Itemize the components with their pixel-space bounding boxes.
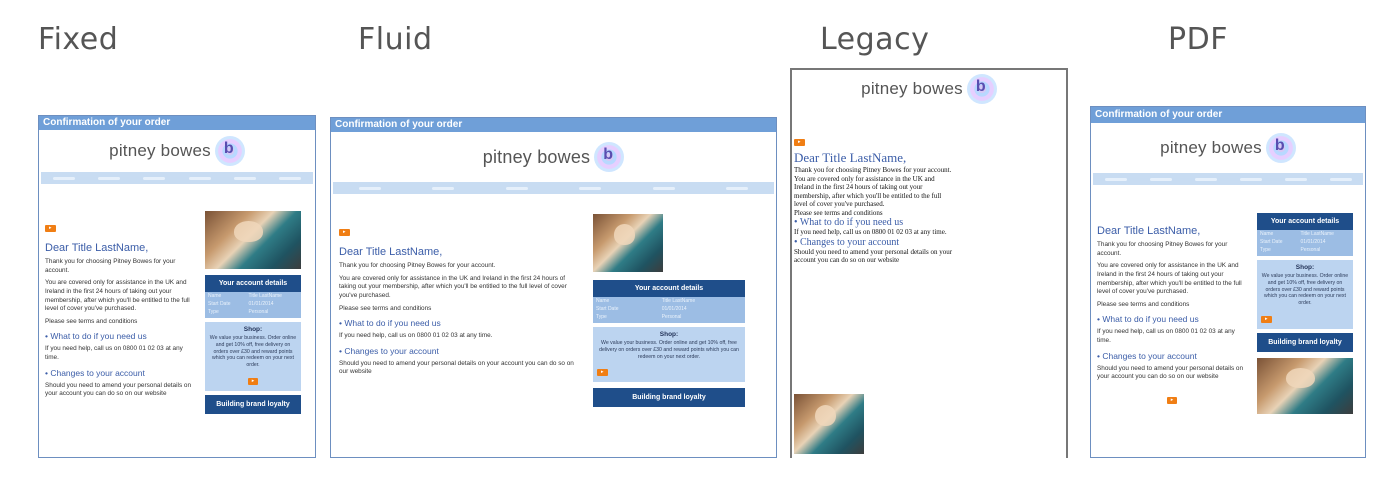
pdf-email-preview: Confirmation of your order pitney bowes … [1090, 106, 1366, 458]
changes-text: Should you need to amend your personal d… [1097, 364, 1244, 381]
brand-loyalty-box: Building brand loyalty [593, 388, 745, 408]
shop-box: Shop: We value your business. Order onli… [1257, 260, 1353, 329]
terms-text: Please see terms and conditions [339, 304, 432, 312]
account-details-box: Your account details Name Title LastName … [205, 275, 301, 318]
cover-text: You are covered only for assistance in t… [794, 174, 942, 209]
brand-loyalty-box: Building brand loyalty [1257, 332, 1353, 352]
account-details-title: Your account details [205, 275, 301, 292]
view-online-button[interactable] [45, 225, 56, 232]
thanks-text: Thank you for choosing Pitney Bowes for … [1097, 241, 1228, 257]
changes-heading: Changes to your account [1097, 351, 1247, 361]
email-header-bar: Confirmation of your order [331, 118, 776, 132]
changes-text: Should you need to amend your personal d… [794, 247, 953, 265]
hero-photo [794, 394, 864, 454]
view-online-button[interactable] [1166, 397, 1178, 405]
brand-name: pitney bowes [482, 146, 591, 167]
shop-box: Shop: We value your business. Order onli… [205, 322, 301, 391]
nav-bar[interactable] [1093, 173, 1363, 185]
shop-box: Shop: We value your business. Order onli… [593, 327, 745, 383]
help-heading: What to do if you need us [45, 331, 195, 341]
thanks-text: Thank you for choosing Pitney Bowes for … [339, 262, 496, 269]
changes-heading: Changes to your account [339, 346, 579, 356]
greeting: Dear Title LastName, [339, 246, 443, 258]
thanks-text: Thank you for choosing Pitney Bowes for … [794, 166, 952, 174]
help-heading: • What to do if you need us [794, 217, 904, 229]
help-text: If you need help, call us on 0800 01 02 … [794, 228, 947, 237]
terms-text: Please see terms and conditions [1097, 300, 1190, 308]
thanks-text: Thank you for choosing Pitney Bowes for … [45, 258, 176, 274]
brand-name: pitney bowes [1160, 138, 1262, 157]
hero-photo [1257, 357, 1353, 414]
changes-text: Should you need to amend your personal d… [45, 381, 192, 398]
account-details-title: Your account details [1257, 213, 1353, 230]
brand-logo: pitney bowes [792, 70, 1066, 108]
greeting: Dear Title LastName, [45, 242, 149, 254]
help-text: If you need help, call us on 0800 01 02 … [1097, 328, 1235, 345]
hero-photo [205, 211, 301, 269]
changes-heading: • Changes to your account [794, 236, 900, 248]
help-heading: What to do if you need us [339, 318, 579, 328]
brand-loyalty-box: Building brand loyalty [205, 394, 301, 414]
pitney-bowes-logo-icon [214, 136, 245, 166]
shop-now-button[interactable] [247, 377, 259, 385]
pitney-bowes-logo-icon [1265, 133, 1296, 163]
shop-now-button[interactable] [597, 369, 608, 377]
cover-text: You are covered only for assistance in t… [339, 274, 567, 299]
view-online-button[interactable] [339, 229, 350, 236]
title-fixed: Fixed [38, 22, 119, 57]
account-details-title: Your account details [593, 280, 745, 297]
legacy-email-preview: pitney bowes Dear Title LastName, Thank … [790, 68, 1068, 458]
brand-logo: pitney bowes [39, 130, 315, 172]
shop-now-button[interactable] [1261, 315, 1272, 323]
fixed-email-preview: Confirmation of your order pitney bowes … [38, 115, 316, 458]
fluid-email-preview: Confirmation of your order pitney bowes … [330, 117, 777, 458]
brand-logo: pitney bowes [1091, 123, 1365, 173]
changes-heading: Changes to your account [45, 368, 195, 378]
title-legacy: Legacy [820, 22, 930, 57]
greeting: Dear Title LastName, [1097, 225, 1201, 237]
terms-text: Please see terms and conditions [45, 317, 138, 325]
cover-text: You are covered only for assistance in t… [1097, 262, 1242, 296]
title-fluid: Fluid [358, 22, 433, 57]
email-header-bar: Confirmation of your order [1091, 107, 1365, 123]
help-text: If you need help, call us on 0800 01 02 … [45, 345, 183, 362]
cover-text: You are covered only for assistance in t… [45, 279, 190, 313]
nav-bar[interactable] [333, 182, 774, 194]
terms-text: Please see terms and conditions [794, 208, 883, 217]
account-details-box: Your account details Name Title LastName … [593, 280, 745, 323]
greeting: Dear Title LastName, [794, 150, 907, 165]
brand-name: pitney bowes [109, 141, 211, 160]
help-heading: What to do if you need us [1097, 314, 1247, 324]
brand-name: pitney bowes [861, 79, 963, 98]
nav-bar[interactable] [41, 172, 313, 184]
brand-logo: pitney bowes [331, 132, 776, 182]
pitney-bowes-logo-icon [966, 74, 997, 104]
changes-text: Should you need to amend your personal d… [339, 359, 574, 376]
view-online-button[interactable] [794, 139, 805, 146]
help-text: If you need help, call us on 0800 01 02 … [339, 332, 493, 340]
account-details-box: Your account details Name Title LastName … [1257, 213, 1353, 256]
hero-photo [593, 214, 663, 272]
email-header-bar: Confirmation of your order [39, 116, 315, 130]
title-pdf: PDF [1168, 22, 1228, 57]
pitney-bowes-logo-icon [594, 142, 625, 172]
